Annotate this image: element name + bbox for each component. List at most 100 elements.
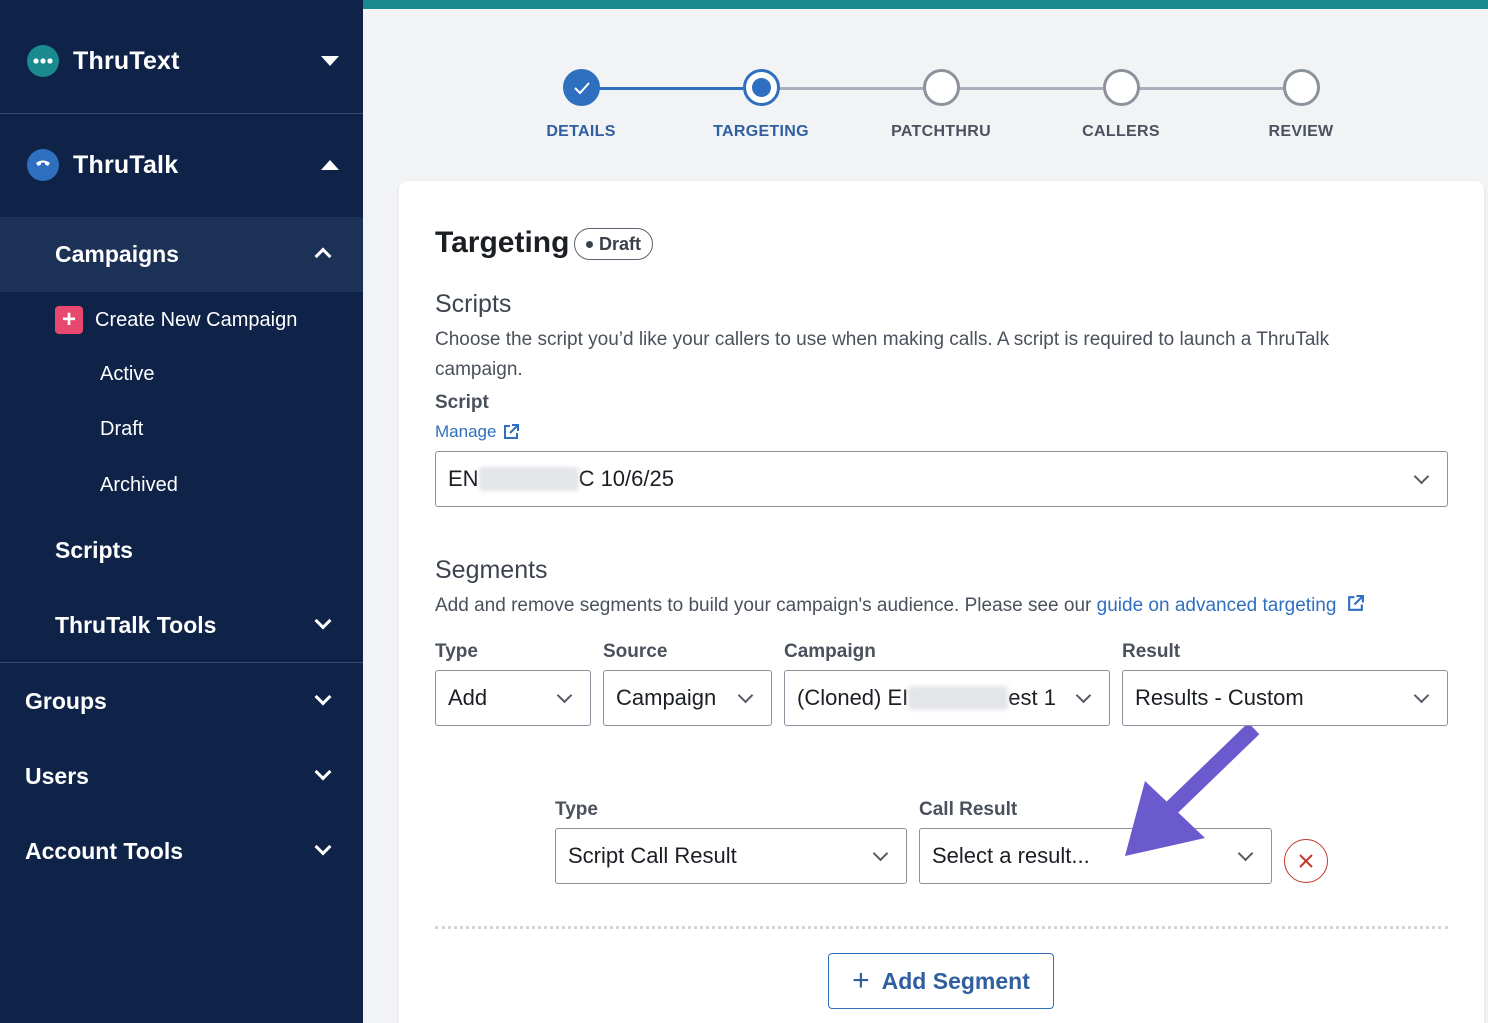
segment-type-label: Type <box>435 641 478 662</box>
step-label-patchthru[interactable]: PATCHTHRU <box>851 123 1031 141</box>
select-value: Campaign <box>616 685 717 710</box>
chevron-down-icon <box>1413 687 1430 704</box>
advanced-targeting-link[interactable]: guide on advanced targeting <box>1097 595 1337 616</box>
segment-result-select[interactable]: Results - Custom <box>1122 670 1448 726</box>
step-label-review[interactable]: REVIEW <box>1211 123 1391 141</box>
app-switcher-thrutext[interactable]: ThruText <box>0 9 363 113</box>
step-connector <box>599 87 743 90</box>
sidebar-item-label: Active <box>100 362 155 385</box>
step-details-circle[interactable] <box>563 69 600 106</box>
script-value-suffix: C 10/6/25 <box>578 466 674 491</box>
sidebar-item-thrutalk-tools[interactable]: ThruTalk Tools <box>0 606 363 644</box>
app-name: ThruText <box>73 46 180 75</box>
sidebar-item-campaigns[interactable]: Campaigns <box>0 217 363 292</box>
sidebar-item-archived[interactable]: Archived <box>0 469 363 501</box>
caret-down-icon <box>321 56 339 66</box>
chevron-down-icon <box>314 612 332 630</box>
top-accent-bar <box>363 0 1488 9</box>
select-value-prefix: (Cloned) EI <box>797 685 909 710</box>
segments-description-text: Add and remove segments to build your ca… <box>435 595 1097 616</box>
sidebar-item-label: Users <box>25 762 89 789</box>
page-title: Targeting <box>435 226 570 259</box>
chevron-down-icon <box>556 687 573 704</box>
chevron-down-icon <box>314 763 332 781</box>
select-placeholder: Select a result... <box>932 843 1090 868</box>
step-callers-circle[interactable] <box>1103 69 1140 106</box>
segment-campaign-select[interactable]: (Cloned) EI est 1 <box>784 670 1110 726</box>
sidebar-item-label: Create New Campaign <box>95 308 298 331</box>
divider <box>0 662 363 663</box>
segment-result-label: Result <box>1122 641 1181 662</box>
chevron-down-icon <box>872 845 889 862</box>
sidebar: ThruText ThruTalk Campaigns + Create New… <box>0 0 363 1023</box>
select-value: Script Call Result <box>568 843 737 868</box>
sidebar-item-label: Account Tools <box>25 837 184 864</box>
sidebar-item-account-tools[interactable]: Account Tools <box>0 832 363 870</box>
step-review-circle[interactable] <box>1283 69 1320 106</box>
segments-heading: Segments <box>435 556 548 584</box>
script-label: Script <box>435 392 489 413</box>
select-value-suffix: est 1 <box>1008 685 1056 710</box>
step-connector <box>1139 87 1283 90</box>
step-label-details[interactable]: DETAILS <box>491 123 671 141</box>
segment-type-select[interactable]: Add <box>435 670 591 726</box>
chevron-down-icon <box>737 687 754 704</box>
plus-icon: + <box>55 306 83 334</box>
annotation-arrow-icon <box>1125 726 1260 856</box>
thrutalk-logo-icon <box>27 149 59 181</box>
chevron-down-icon <box>1075 687 1092 704</box>
scripts-description: Choose the script you’d like your caller… <box>435 329 1330 380</box>
segment-source-select[interactable]: Campaign <box>603 670 772 726</box>
sidebar-item-scripts[interactable]: Scripts <box>0 532 363 568</box>
scripts-heading: Scripts <box>435 290 512 318</box>
sidebar-item-label: Scripts <box>55 536 133 563</box>
call-result-label: Call Result <box>919 799 1018 820</box>
create-new-campaign-link[interactable]: + Create New Campaign <box>0 302 363 338</box>
sidebar-item-label: Campaigns <box>55 241 179 267</box>
step-connector <box>959 87 1103 90</box>
redacted-text <box>478 467 579 491</box>
manage-link-label: Manage <box>435 422 497 441</box>
add-segment-label: Add Segment <box>881 967 1030 994</box>
redacted-text <box>908 686 1009 710</box>
status-badge: Draft <box>574 228 654 260</box>
step-connector <box>779 87 923 90</box>
manage-scripts-link[interactable]: Manage <box>435 422 520 442</box>
thrutext-logo-icon <box>27 45 59 77</box>
chevron-down-icon <box>314 688 332 706</box>
remove-segment-button[interactable] <box>1284 839 1328 883</box>
sidebar-item-users[interactable]: Users <box>0 757 363 795</box>
app-switcher-thrutalk[interactable]: ThruTalk <box>0 113 363 217</box>
external-link-icon <box>504 424 520 439</box>
external-link-icon <box>1347 595 1364 611</box>
sidebar-item-groups[interactable]: Groups <box>0 682 363 720</box>
caret-up-icon <box>321 160 339 170</box>
segment-campaign-label: Campaign <box>784 641 876 662</box>
select-value: Add <box>448 685 488 710</box>
sidebar-item-label: Draft <box>100 417 144 440</box>
step-targeting-circle[interactable] <box>743 69 780 106</box>
script-value-prefix: EN <box>448 466 479 491</box>
script-select[interactable]: EN C 10/6/25 <box>435 451 1448 507</box>
sub-type-label: Type <box>555 799 598 820</box>
sidebar-item-label: ThruTalk Tools <box>55 611 217 638</box>
sidebar-item-label: Archived <box>100 473 178 496</box>
chevron-up-icon <box>314 247 332 265</box>
sidebar-item-active[interactable]: Active <box>0 358 363 390</box>
step-label-callers[interactable]: CALLERS <box>1031 123 1211 141</box>
check-icon <box>573 81 590 94</box>
step-label-targeting[interactable]: TARGETING <box>671 123 851 141</box>
step-patchthru-circle[interactable] <box>923 69 960 106</box>
sidebar-item-draft[interactable]: Draft <box>0 413 363 445</box>
sub-type-select[interactable]: Script Call Result <box>555 828 907 884</box>
status-dot-icon <box>586 240 593 248</box>
add-segment-button[interactable]: + Add Segment <box>828 953 1054 1009</box>
segment-divider <box>435 926 1448 929</box>
status-badge-label: Draft <box>599 233 642 254</box>
chevron-down-icon <box>314 838 332 856</box>
segment-source-label: Source <box>603 641 668 662</box>
close-icon <box>1299 854 1313 868</box>
sidebar-item-label: Groups <box>25 687 107 714</box>
progress-stepper: DETAILS TARGETING PATCHTHRU CALLERS REVI… <box>490 68 1390 158</box>
segments-description: Add and remove segments to build your ca… <box>435 591 1365 621</box>
